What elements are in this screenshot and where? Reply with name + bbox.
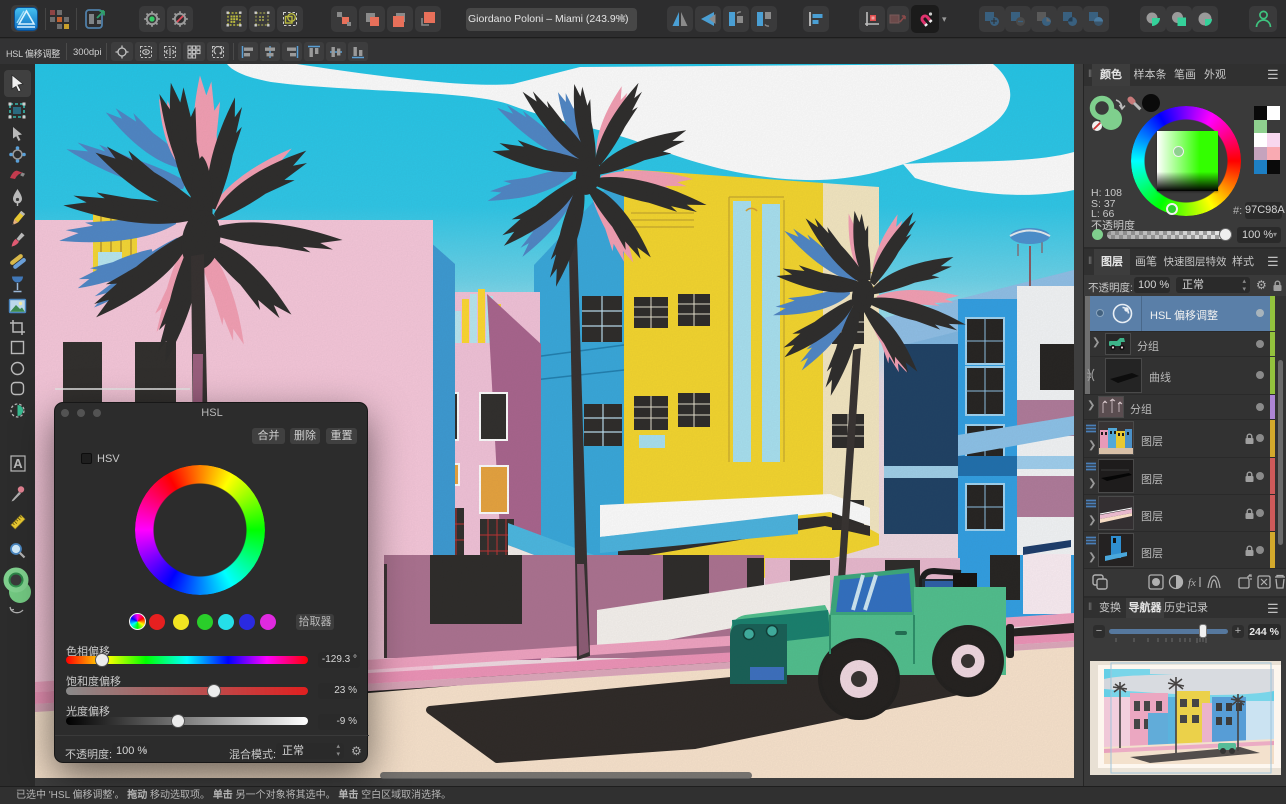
svg-text:fx: fx xyxy=(1188,577,1196,589)
svg-text:A: A xyxy=(13,456,23,471)
